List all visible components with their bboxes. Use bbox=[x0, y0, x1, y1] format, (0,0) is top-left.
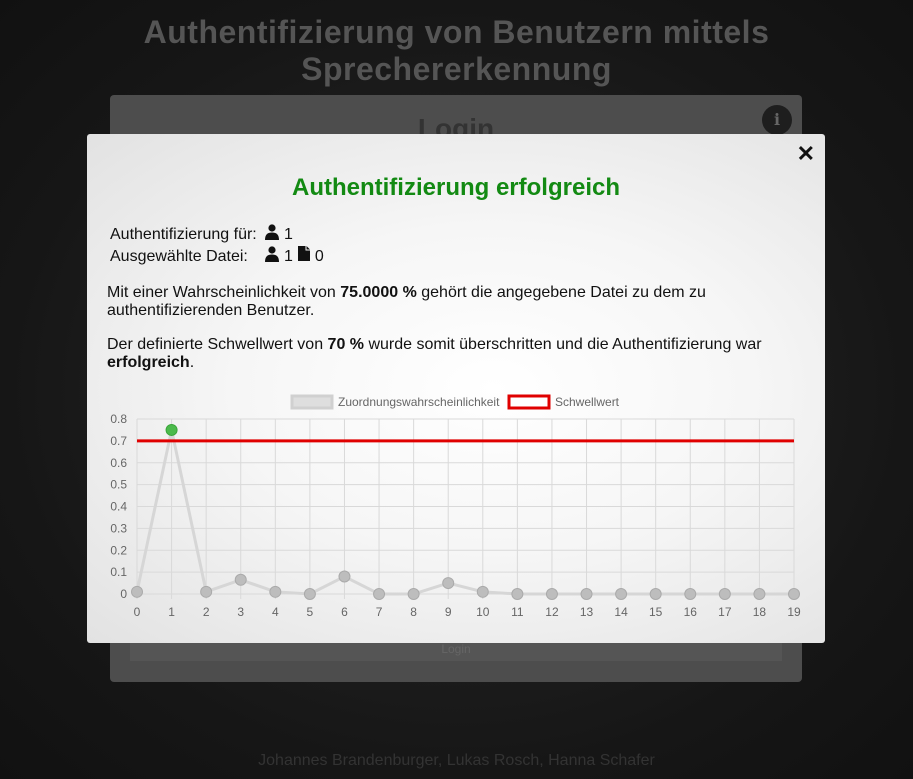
data-point bbox=[511, 588, 524, 600]
data-point bbox=[649, 588, 662, 600]
x-tick-label: 3 bbox=[237, 605, 244, 619]
y-tick-label: 0.5 bbox=[110, 478, 127, 492]
y-tick-label: 0.8 bbox=[110, 412, 127, 426]
x-tick-label: 7 bbox=[376, 605, 383, 619]
x-tick-label: 18 bbox=[753, 605, 767, 619]
result-modal: ✕ Authentifizierung erfolgreich Authenti… bbox=[87, 134, 825, 643]
data-point bbox=[545, 588, 558, 600]
legend-swatch-probability bbox=[290, 394, 334, 410]
x-tick-label: 8 bbox=[410, 605, 417, 619]
info-icon[interactable]: i bbox=[762, 105, 792, 135]
data-point bbox=[338, 570, 351, 583]
data-point bbox=[442, 577, 455, 590]
x-tick-label: 2 bbox=[203, 605, 210, 619]
x-tick-label: 13 bbox=[580, 605, 594, 619]
data-point bbox=[788, 588, 800, 600]
data-point bbox=[476, 585, 489, 598]
y-tick-label: 0.3 bbox=[110, 521, 127, 535]
data-point bbox=[753, 588, 766, 600]
selected-file-row: Ausgewählte Datei: 1 0 bbox=[110, 246, 324, 268]
data-point bbox=[234, 573, 247, 586]
data-point bbox=[200, 585, 213, 598]
x-tick-label: 5 bbox=[307, 605, 314, 619]
footer-authors: Johannes Brandenburger, Lukas Rosch, Han… bbox=[258, 752, 655, 769]
user-icon bbox=[265, 224, 279, 246]
user-icon bbox=[265, 246, 279, 268]
x-tick-label: 15 bbox=[649, 605, 663, 619]
auth-for-row: Authentifizierung für: 1 bbox=[110, 224, 324, 246]
data-point-match bbox=[165, 423, 178, 436]
x-tick-label: 1 bbox=[168, 605, 175, 619]
x-tick-label: 11 bbox=[511, 605, 524, 619]
x-tick-label: 14 bbox=[614, 605, 628, 619]
x-tick-label: 10 bbox=[476, 605, 490, 619]
data-point bbox=[407, 588, 420, 600]
probability-value: 75.0000 % bbox=[340, 284, 417, 301]
file-icon bbox=[297, 246, 310, 268]
y-tick-label: 0.7 bbox=[110, 434, 127, 448]
x-tick-label: 0 bbox=[134, 605, 141, 619]
data-point bbox=[269, 585, 282, 598]
data-point bbox=[718, 588, 731, 600]
x-tick-label: 4 bbox=[272, 605, 279, 619]
x-tick-label: 17 bbox=[718, 605, 732, 619]
y-tick-label: 0.1 bbox=[110, 565, 127, 579]
selected-file: 0 bbox=[314, 248, 324, 265]
result-word: erfolgreich bbox=[107, 354, 190, 371]
x-tick-label: 6 bbox=[341, 605, 348, 619]
close-icon[interactable]: ✕ bbox=[797, 142, 815, 166]
legend-swatch-threshold bbox=[507, 394, 551, 410]
modal-title: Authentifizierung erfolgreich bbox=[291, 174, 620, 201]
probability-text: Mit einer Wahrscheinlichkeit von 75.0000… bbox=[107, 284, 706, 319]
data-point bbox=[580, 588, 593, 600]
y-tick-label: 0.6 bbox=[110, 456, 127, 470]
probability-chart: 00.10.20.30.40.50.60.70.80 1 2 3 4 5 6 7 8 9 10 11 1… bbox=[110, 394, 801, 619]
data-point bbox=[303, 588, 316, 600]
auth-for-label: Authentifizierung für: bbox=[110, 226, 257, 243]
selected-file-label: Ausgewählte Datei: bbox=[110, 248, 248, 265]
data-point bbox=[684, 588, 697, 600]
x-tick-label: 12 bbox=[545, 605, 559, 619]
auth-for-user: 1 bbox=[284, 226, 293, 243]
threshold-value: 70 % bbox=[327, 336, 365, 353]
y-tick-label: 0 bbox=[120, 587, 127, 601]
legend-label-probability: Zuordnungswahrscheinlichkeit bbox=[338, 395, 500, 409]
selected-user: 1 bbox=[284, 248, 293, 265]
auth-info: Authentifizierung für: 1 Ausgewählte Dat… bbox=[110, 224, 324, 268]
data-point bbox=[373, 588, 386, 600]
threshold-text: Der definierte Schwellwert von 70 % wurd… bbox=[107, 336, 762, 371]
probability-line bbox=[135, 429, 794, 596]
x-tick-label: 19 bbox=[787, 605, 801, 619]
x-tick-label: 16 bbox=[684, 605, 698, 619]
page-title: Authentifizierung von Benutzern mittels … bbox=[143, 14, 770, 87]
data-point bbox=[131, 585, 143, 598]
y-tick-label: 0.2 bbox=[110, 543, 127, 557]
data-point bbox=[615, 588, 628, 600]
y-tick-label: 0.4 bbox=[110, 500, 127, 514]
x-tick-label: 9 bbox=[445, 605, 452, 619]
legend-label-threshold: Schwellwert bbox=[555, 395, 620, 409]
